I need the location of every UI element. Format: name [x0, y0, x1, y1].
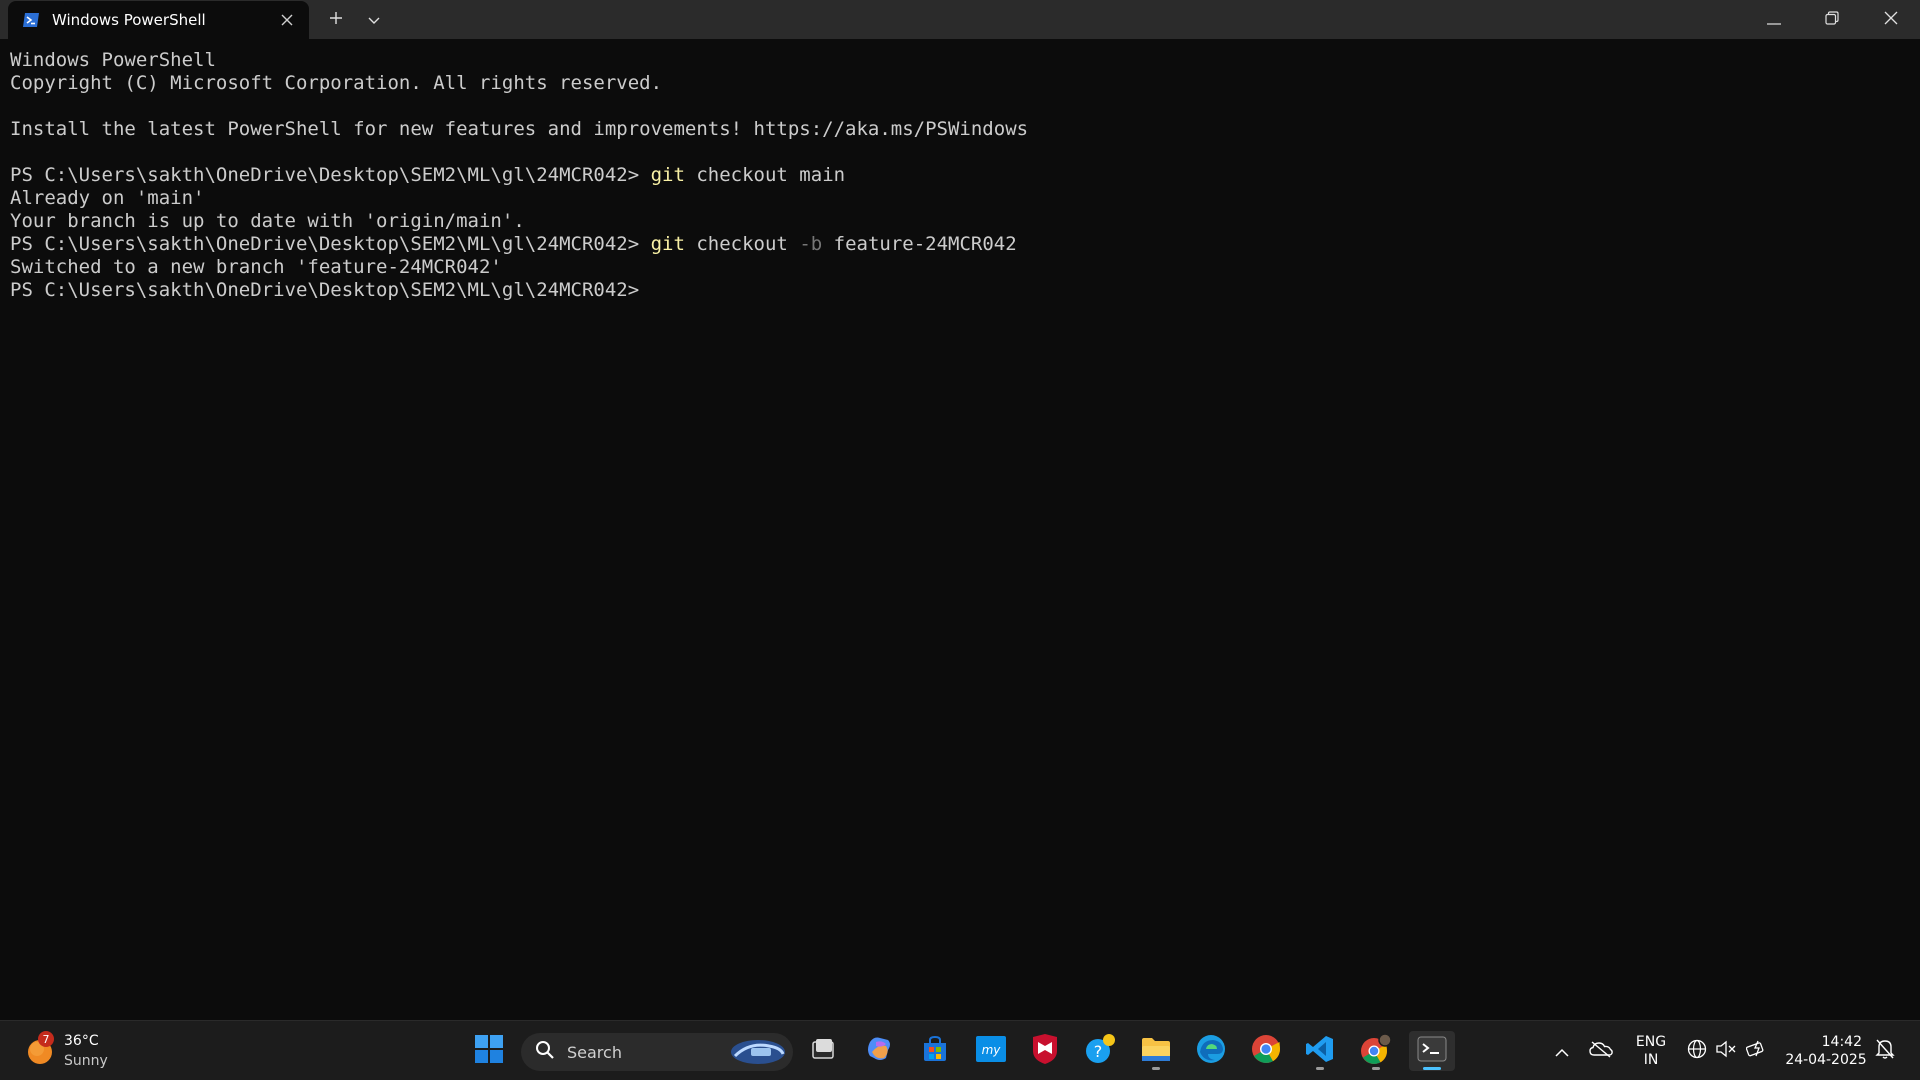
- terminal-output[interactable]: Windows PowerShell Copyright (C) Microso…: [0, 39, 1920, 1020]
- minimize-icon: [1767, 10, 1781, 29]
- taskbar-app-copilot[interactable]: [859, 1031, 899, 1071]
- copilot-icon: [864, 1034, 894, 1068]
- battery-icon: [1745, 1039, 1768, 1063]
- task-view-icon: [810, 1036, 836, 1066]
- windows-start-icon: [474, 1034, 504, 1068]
- command-name: git: [650, 164, 685, 186]
- taskbar-app-file-explorer[interactable]: [1136, 1031, 1176, 1071]
- terminal-prompt-line: PS C:\Users\sakth\OneDrive\Desktop\SEM2\…: [10, 233, 1910, 256]
- search-highlight-icon: [729, 1038, 787, 1066]
- region-code: IN: [1643, 1052, 1659, 1068]
- taskbar-app-chrome-profile[interactable]: [1356, 1031, 1396, 1071]
- clock-time: 14:42: [1821, 1034, 1862, 1050]
- minimize-button[interactable]: [1745, 0, 1803, 39]
- taskbar-app-help[interactable]: ?: [1081, 1031, 1121, 1071]
- terminal-line: Windows PowerShell: [10, 49, 216, 71]
- close-icon: [1884, 10, 1898, 29]
- start-button[interactable]: [469, 1031, 509, 1071]
- search-placeholder: Search: [567, 1042, 622, 1062]
- new-tab-button[interactable]: [318, 4, 354, 34]
- tab-title: Windows PowerShell: [52, 11, 206, 29]
- running-indicator: [1372, 1067, 1380, 1070]
- notification-bell-icon: [1875, 1038, 1895, 1064]
- clock-date: 24-04-2025: [1785, 1052, 1867, 1068]
- taskbar-app-task-view[interactable]: [803, 1031, 843, 1071]
- prompt: PS C:\Users\sakth\OneDrive\Desktop\SEM2\…: [10, 279, 651, 301]
- command-name: git: [650, 233, 685, 255]
- chrome-profile-icon: [1360, 1033, 1392, 1069]
- command-flag: -b: [799, 233, 823, 255]
- mcafee-icon: [1031, 1034, 1059, 1068]
- battery-button[interactable]: [1745, 1039, 1769, 1063]
- terminal-line: Switched to a new branch 'feature-24MCR0…: [10, 256, 502, 278]
- terminal-line: Your branch is up to date with 'origin/m…: [10, 210, 525, 232]
- mute-icon: [1716, 1040, 1736, 1062]
- prompt: PS C:\Users\sakth\OneDrive\Desktop\SEM2\…: [10, 164, 651, 186]
- terminal-line: Copyright (C) Microsoft Corporation. All…: [10, 72, 663, 94]
- onedrive-icon: [1589, 1040, 1613, 1062]
- chevron-down-icon: [368, 10, 380, 29]
- powershell-icon: [22, 11, 40, 29]
- running-indicator: [1316, 1067, 1324, 1070]
- close-tab-icon[interactable]: [277, 10, 297, 30]
- svg-text:?: ?: [1094, 1042, 1103, 1061]
- taskbar-app-mcafee[interactable]: [1025, 1031, 1065, 1071]
- terminal-line: Already on 'main': [10, 187, 205, 209]
- tab-dropdown-button[interactable]: [356, 4, 392, 34]
- taskbar: 7 36°C Sunny Search my ? ENG IN 14:42 24…: [0, 1020, 1920, 1080]
- edge-icon: [1196, 1034, 1226, 1068]
- vscode-icon: [1305, 1034, 1335, 1068]
- microsoft-store-icon: [921, 1035, 949, 1067]
- help-icon: ?: [1085, 1033, 1117, 1069]
- terminal-icon: [1417, 1036, 1447, 1066]
- onedrive-tray-button[interactable]: [1589, 1039, 1613, 1063]
- weather-temp: 36°C: [64, 1033, 99, 1049]
- taskbar-app-chrome[interactable]: [1246, 1031, 1286, 1071]
- plus-icon: [329, 10, 343, 29]
- taskbar-search[interactable]: Search: [521, 1033, 793, 1071]
- taskbar-app-store[interactable]: [915, 1031, 955, 1071]
- running-indicator: [1152, 1067, 1160, 1070]
- notification-button[interactable]: [1873, 1039, 1897, 1063]
- show-hidden-icons-button[interactable]: [1550, 1039, 1574, 1063]
- restore-icon: [1825, 10, 1839, 29]
- myhp-icon: my: [975, 1035, 1007, 1067]
- clock[interactable]: 14:42 24-04-2025: [1780, 1033, 1872, 1069]
- volume-button[interactable]: [1714, 1039, 1738, 1063]
- taskbar-app-vscode[interactable]: [1300, 1031, 1340, 1071]
- svg-text:my: my: [982, 1043, 1002, 1057]
- taskbar-app-edge[interactable]: [1191, 1031, 1231, 1071]
- close-window-button[interactable]: [1862, 0, 1920, 39]
- command-args: checkout main: [684, 164, 846, 186]
- command-args: feature-24MCR042: [822, 233, 1017, 255]
- chevron-up-icon: [1555, 1042, 1569, 1061]
- weather-badge: 7: [38, 1031, 54, 1047]
- terminal-prompt-line: PS C:\Users\sakth\OneDrive\Desktop\SEM2\…: [10, 164, 1910, 187]
- weather-widget[interactable]: 7 36°C Sunny: [24, 1029, 144, 1073]
- restore-button[interactable]: [1803, 0, 1861, 39]
- prompt: PS C:\Users\sakth\OneDrive\Desktop\SEM2\…: [10, 233, 651, 255]
- language-indicator[interactable]: ENG IN: [1631, 1033, 1671, 1069]
- network-button[interactable]: [1685, 1039, 1709, 1063]
- taskbar-app-terminal[interactable]: [1409, 1031, 1455, 1071]
- running-indicator: [1423, 1067, 1441, 1070]
- language-code: ENG: [1635, 1034, 1667, 1050]
- file-explorer-icon: [1141, 1036, 1171, 1066]
- search-icon: [535, 1040, 555, 1064]
- chrome-icon: [1251, 1034, 1281, 1068]
- taskbar-app-myhp[interactable]: my: [971, 1031, 1011, 1071]
- terminal-prompt-line: PS C:\Users\sakth\OneDrive\Desktop\SEM2\…: [10, 279, 1910, 302]
- tab-powershell[interactable]: Windows PowerShell: [8, 1, 309, 39]
- globe-icon: [1687, 1039, 1707, 1063]
- title-bar: Windows PowerShell: [0, 0, 1920, 39]
- terminal-line: Install the latest PowerShell for new fe…: [10, 118, 1029, 140]
- weather-condition: Sunny: [64, 1053, 108, 1069]
- command-args: checkout: [684, 233, 800, 255]
